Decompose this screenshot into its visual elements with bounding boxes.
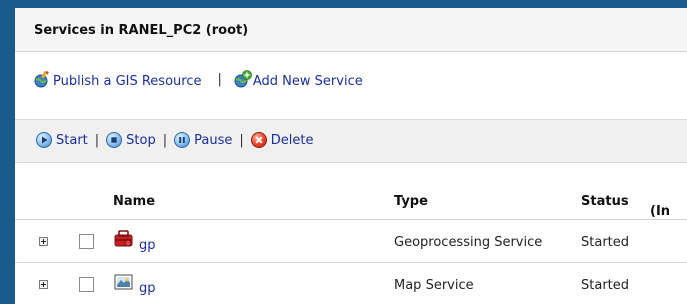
toolbar-separator: | xyxy=(94,132,100,148)
column-header-status[interactable]: Status xyxy=(581,194,629,209)
pause-label: Pause xyxy=(194,132,233,148)
panel-header: Services in RANEL_PC2 (root) xyxy=(15,8,687,52)
row-checkbox[interactable] xyxy=(79,234,94,249)
column-header-name[interactable]: Name xyxy=(113,194,155,209)
pause-icon xyxy=(174,132,191,148)
page-title: Services in RANEL_PC2 (root) xyxy=(34,23,249,38)
start-label: Start xyxy=(56,132,88,148)
start-button[interactable]: Start xyxy=(36,132,88,148)
service-status: Started xyxy=(581,278,630,293)
pause-button[interactable]: Pause xyxy=(174,132,232,148)
add-new-service-link[interactable]: Add New Service xyxy=(234,69,363,89)
service-name-link[interactable]: gp xyxy=(139,238,156,253)
stop-button[interactable]: Stop xyxy=(106,132,156,148)
service-toolbar: Start | Stop | Pause | Delete xyxy=(15,119,687,163)
action-separator: | xyxy=(217,71,222,87)
delete-button[interactable]: Delete xyxy=(250,132,314,148)
action-links: Publish a GIS Resource | Add New Service xyxy=(34,68,363,90)
delete-icon xyxy=(250,132,267,148)
service-type: Map Service xyxy=(394,278,474,293)
column-header-type[interactable]: Type xyxy=(394,194,428,209)
column-header-extra: (In xyxy=(650,204,671,219)
delete-label: Delete xyxy=(270,132,314,148)
service-status: Started xyxy=(581,235,630,250)
toolbar-separator: | xyxy=(162,132,168,148)
publish-gis-resource-link[interactable]: Publish a GIS Resource xyxy=(34,70,201,89)
map-icon xyxy=(114,274,133,290)
add-new-service-label: Add New Service xyxy=(252,73,363,89)
services-panel: Services in RANEL_PC2 (root) Publish a G… xyxy=(15,8,687,304)
toolbox-icon xyxy=(114,230,133,247)
stop-label: Stop xyxy=(126,132,156,148)
start-icon xyxy=(36,132,52,148)
stop-icon xyxy=(106,132,123,148)
toolbar-separator: | xyxy=(239,132,244,148)
publish-globe-icon xyxy=(34,70,49,87)
table-row: gp Geoprocessing Service Started xyxy=(15,220,687,262)
table-row: gp Map Service Started xyxy=(15,263,687,304)
add-service-icon xyxy=(234,69,252,87)
expand-row-icon[interactable] xyxy=(39,280,48,289)
row-checkbox[interactable] xyxy=(79,277,94,292)
service-type: Geoprocessing Service xyxy=(394,235,543,250)
expand-row-icon[interactable] xyxy=(39,237,48,246)
service-name-link[interactable]: gp xyxy=(139,281,156,296)
publish-gis-resource-label: Publish a GIS Resource xyxy=(53,73,202,89)
